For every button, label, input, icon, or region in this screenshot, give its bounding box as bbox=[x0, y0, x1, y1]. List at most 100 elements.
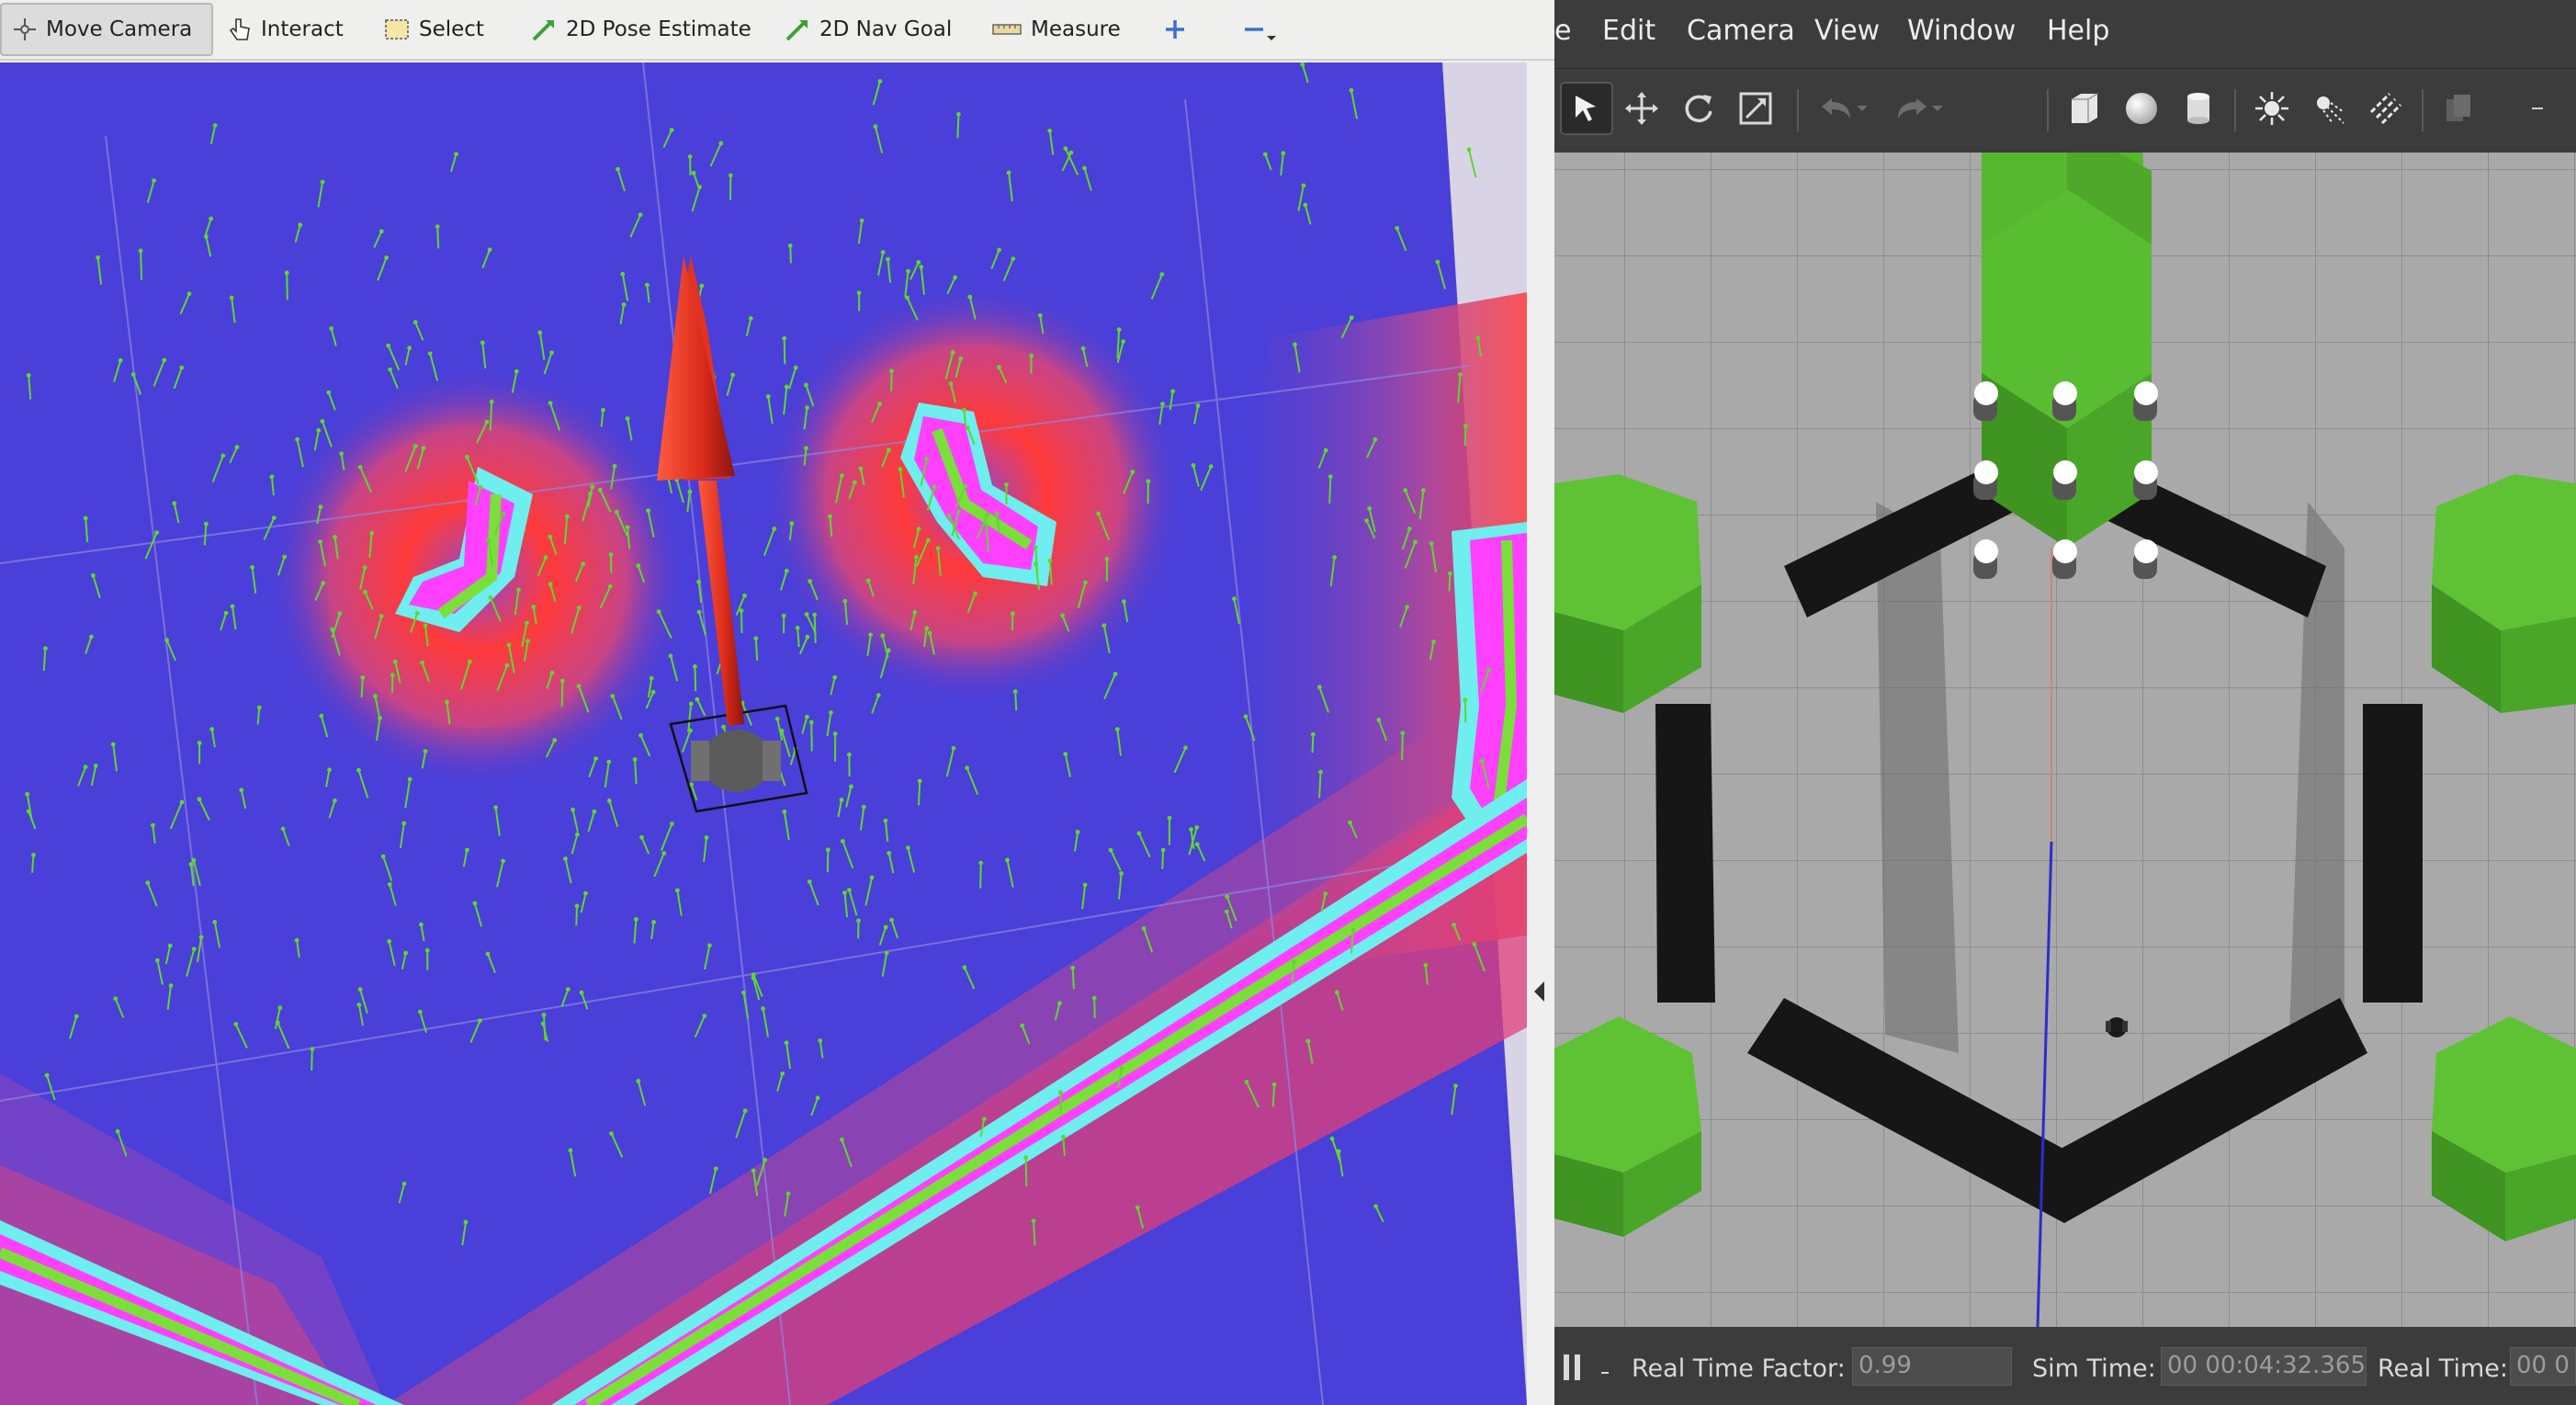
particle-head bbox=[489, 399, 494, 404]
particle-head bbox=[1011, 611, 1015, 617]
particle-head bbox=[1029, 353, 1034, 358]
menu-view[interactable]: View bbox=[1814, 15, 1880, 47]
particle-head bbox=[320, 179, 325, 185]
particle-head bbox=[1310, 731, 1316, 737]
particle-head bbox=[774, 716, 780, 721]
pause-icon[interactable] bbox=[1562, 1353, 1584, 1382]
insert-point-light-button[interactable] bbox=[2245, 82, 2299, 135]
select-tool[interactable]: Select bbox=[373, 3, 495, 56]
copy-button[interactable] bbox=[2433, 82, 2486, 135]
insert-cylinder-button[interactable] bbox=[2172, 82, 2225, 135]
particle-head bbox=[487, 247, 492, 253]
insert-spot-light-button[interactable] bbox=[2302, 82, 2356, 135]
particle-head bbox=[541, 1013, 547, 1017]
particle-head bbox=[401, 821, 407, 826]
particle-head bbox=[781, 613, 786, 618]
particle-head bbox=[1119, 1066, 1124, 1071]
panel-splitter[interactable] bbox=[1527, 62, 1554, 1405]
particle-head bbox=[883, 818, 888, 823]
particle-head bbox=[1113, 672, 1118, 676]
particle-head bbox=[316, 427, 322, 433]
particle-head bbox=[751, 975, 756, 980]
particle-head bbox=[1271, 1082, 1277, 1087]
particle-head bbox=[925, 538, 931, 543]
remove-tool-button[interactable] bbox=[1231, 3, 1288, 56]
particle-head bbox=[373, 694, 378, 698]
particle-head bbox=[639, 834, 644, 840]
particle-head bbox=[1452, 923, 1456, 927]
nav-goal-tool[interactable]: 2D Nav Goal bbox=[774, 3, 963, 56]
particle-head bbox=[73, 1014, 79, 1019]
particle-head bbox=[858, 466, 864, 471]
menu-window[interactable]: Window bbox=[1907, 15, 2016, 47]
particle-head bbox=[956, 509, 961, 514]
measure-tool[interactable]: Measure bbox=[981, 3, 1132, 56]
menu-camera[interactable]: Camera bbox=[1687, 15, 1795, 47]
particle-head bbox=[751, 1168, 756, 1173]
particle-head bbox=[89, 634, 94, 640]
particle-head bbox=[295, 436, 299, 442]
particle-head bbox=[1195, 403, 1201, 408]
particle-head bbox=[1006, 170, 1011, 176]
rviz-3d-viewport[interactable] bbox=[0, 62, 1527, 1405]
particle-head bbox=[480, 340, 485, 346]
insert-sphere-button[interactable] bbox=[2115, 82, 2168, 135]
particle-head bbox=[646, 508, 650, 514]
particle-head bbox=[842, 890, 847, 895]
redo-history-button[interactable] bbox=[1924, 82, 1951, 135]
particle-head bbox=[1224, 909, 1229, 914]
translate-mode-button[interactable] bbox=[1615, 82, 1668, 135]
particle-head bbox=[525, 620, 529, 626]
particle-head bbox=[239, 787, 244, 793]
particle-head bbox=[130, 372, 136, 377]
particle-head bbox=[420, 660, 424, 665]
step-dropdown-icon[interactable] bbox=[1600, 1369, 1610, 1377]
menu-file[interactable]: e bbox=[1554, 15, 1571, 47]
particle-arrow bbox=[1161, 850, 1165, 869]
scale-mode-button[interactable] bbox=[1729, 82, 1782, 135]
particle-head bbox=[917, 778, 922, 784]
particle-head bbox=[96, 255, 100, 260]
undo-history-button[interactable] bbox=[1848, 82, 1876, 135]
particle-head bbox=[115, 1128, 120, 1134]
interact-tool[interactable]: Interact bbox=[217, 3, 355, 56]
particle-head bbox=[1082, 882, 1088, 888]
toolbar-overflow-button[interactable] bbox=[2519, 82, 2556, 135]
insert-box-button[interactable] bbox=[2058, 82, 2111, 135]
move-camera-tool[interactable]: Move Camera bbox=[0, 3, 213, 56]
particle-head bbox=[1191, 463, 1196, 468]
particle-head bbox=[1303, 202, 1308, 208]
particle-head bbox=[877, 79, 883, 84]
particle-head bbox=[1060, 613, 1065, 618]
particle-head bbox=[889, 368, 894, 374]
particle-head bbox=[1349, 87, 1354, 93]
particle-head bbox=[43, 646, 48, 651]
gazebo-3d-scene[interactable] bbox=[1554, 153, 2576, 1327]
particle-head bbox=[696, 609, 702, 615]
particle-head bbox=[83, 516, 88, 521]
particle-head bbox=[832, 674, 838, 680]
cylinder-top bbox=[2134, 539, 2158, 563]
particle-head bbox=[403, 950, 408, 956]
particle-head bbox=[812, 612, 818, 618]
collapse-arrow-icon[interactable] bbox=[1534, 981, 1544, 1002]
minimize-toolbar-icon bbox=[2532, 108, 2543, 109]
particle-head bbox=[650, 689, 656, 695]
insert-directional-light-button[interactable] bbox=[2359, 82, 2412, 135]
particle-head bbox=[329, 326, 334, 331]
menu-edit[interactable]: Edit bbox=[1602, 15, 1655, 47]
pose-estimate-tool[interactable]: 2D Pose Estimate bbox=[520, 3, 763, 56]
rotate-mode-button[interactable] bbox=[1672, 82, 1725, 135]
select-mode-button[interactable] bbox=[1560, 82, 1613, 135]
menu-help[interactable]: Help bbox=[2047, 15, 2109, 47]
particle-head bbox=[1316, 685, 1322, 690]
particle-head bbox=[782, 810, 787, 814]
particle-head bbox=[984, 521, 989, 527]
particle-head bbox=[612, 464, 617, 469]
select-label: Select bbox=[419, 17, 484, 41]
particle-head bbox=[919, 265, 924, 269]
particle-head bbox=[1329, 1136, 1335, 1141]
add-tool-button[interactable] bbox=[1152, 3, 1198, 56]
particle-head bbox=[1421, 488, 1426, 493]
particle-arrow bbox=[360, 677, 364, 698]
